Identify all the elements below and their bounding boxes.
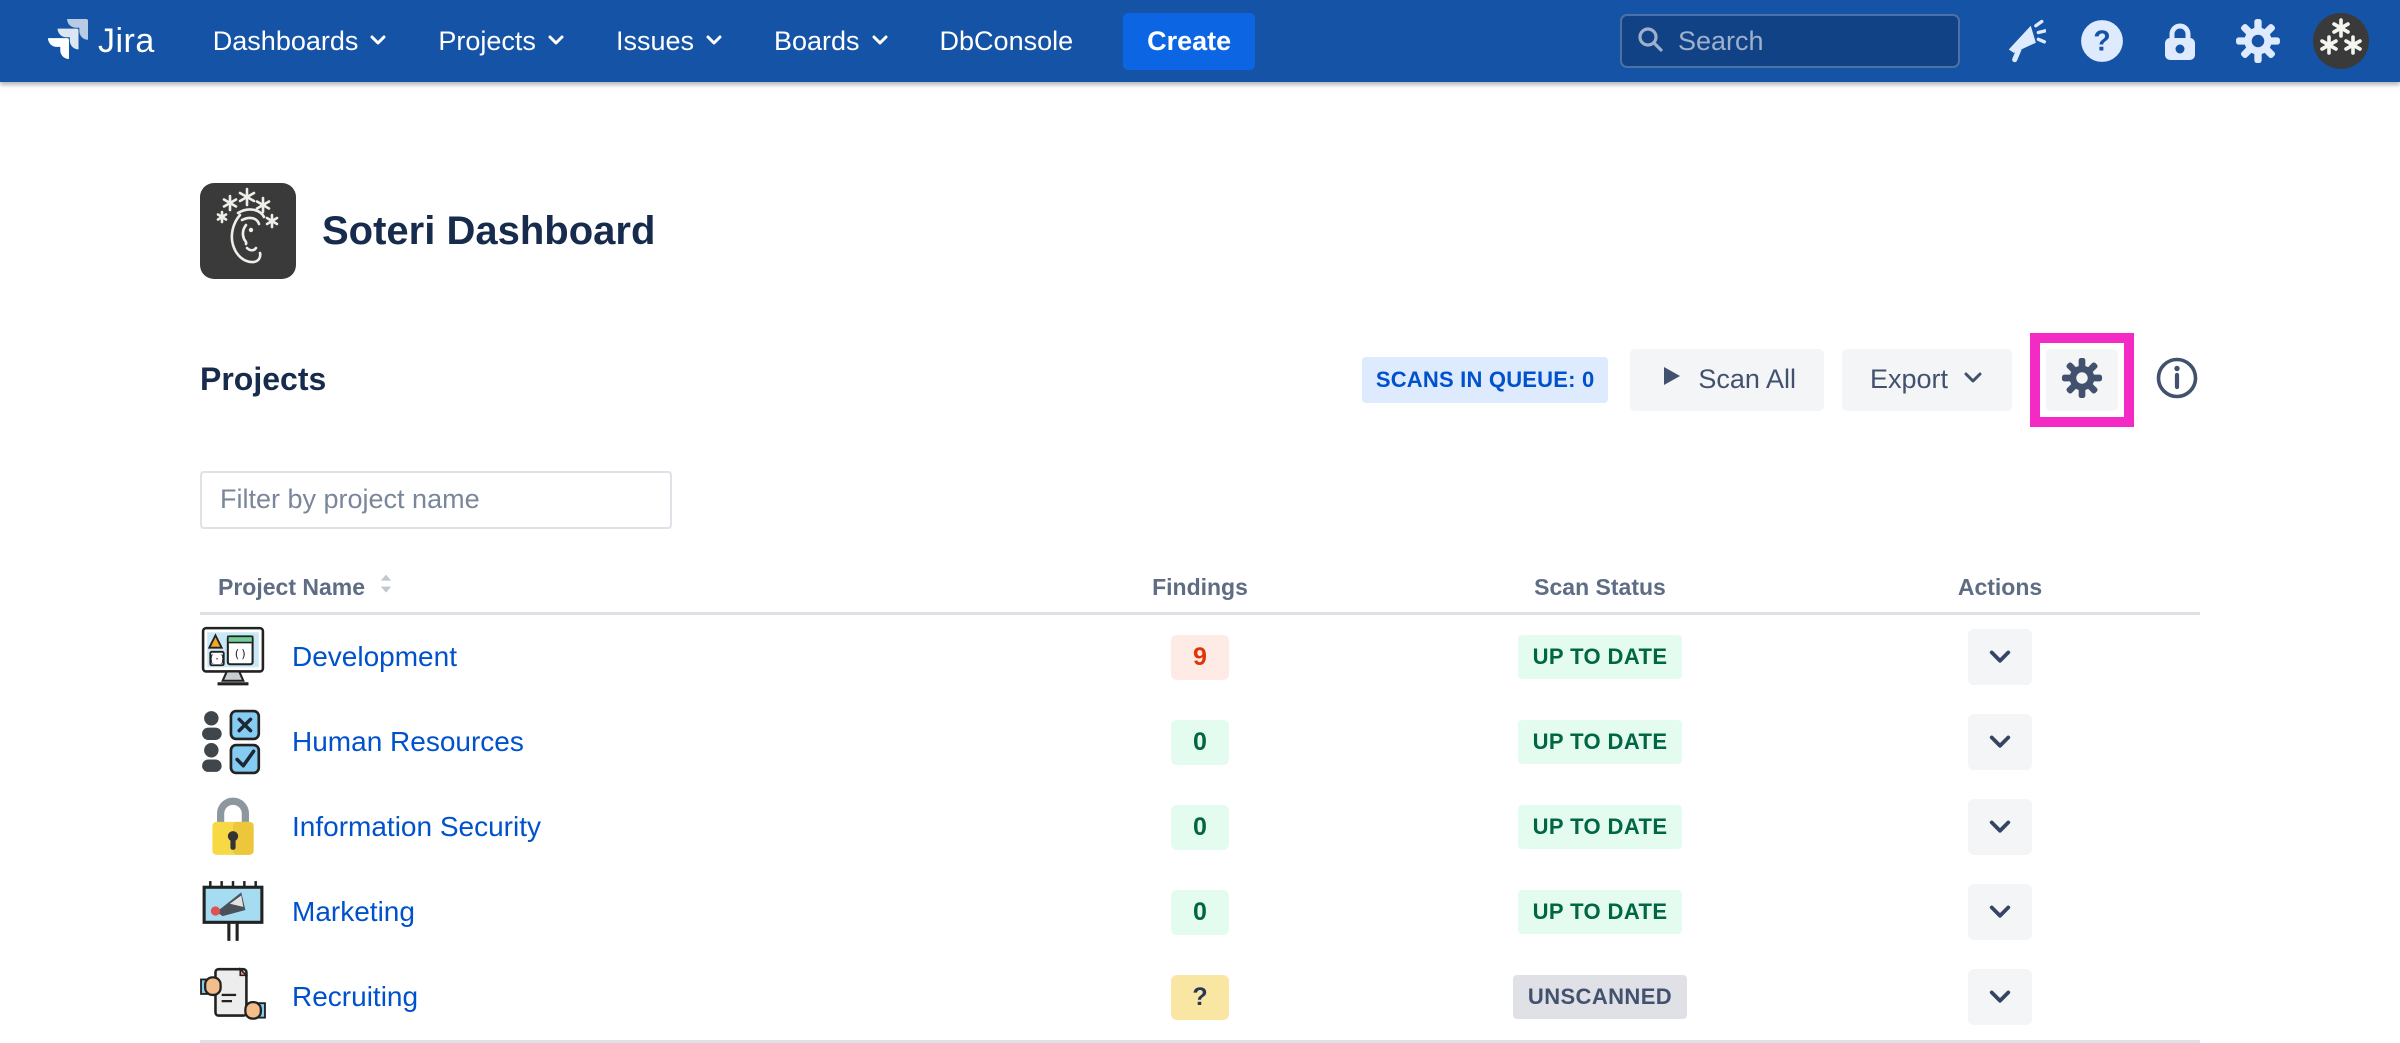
chevron-down-icon — [1987, 728, 2013, 757]
search-icon — [1636, 25, 1664, 58]
scan-status-badge: UP TO DATE — [1517, 890, 1683, 935]
findings-badge: 0 — [1171, 719, 1229, 765]
table-row: {·} () Development 9 UP TO DATE — [200, 615, 2200, 700]
project-link[interactable]: Development — [292, 641, 457, 673]
project-link[interactable]: Recruiting — [292, 981, 418, 1013]
table-body: {·} () Development 9 UP TO DATE Human Re… — [200, 615, 2200, 1043]
chevron-down-icon — [368, 26, 388, 57]
findings-badge: 9 — [1171, 634, 1229, 680]
scan-status-badge: UP TO DATE — [1517, 805, 1683, 850]
settings-gear-button[interactable] — [2046, 348, 2118, 411]
nav-boards[interactable]: Boards — [774, 26, 890, 57]
table-row: Human Resources 0 UP TO DATE — [200, 700, 2200, 785]
export-button[interactable]: Export — [1841, 348, 2012, 411]
findings-badge: 0 — [1171, 889, 1229, 935]
soteri-face-stars-icon — [200, 183, 296, 280]
nav-dashboards-label: Dashboards — [212, 25, 359, 56]
scan-status-badge: UP TO DATE — [1517, 635, 1683, 680]
info-icon — [2155, 356, 2199, 403]
gear-icon — [2061, 357, 2103, 402]
nav-search-box[interactable] — [1620, 14, 1960, 68]
padlock-icon — [200, 794, 266, 860]
main-content: Soteri Dashboard Projects SCANS IN QUEUE… — [0, 182, 2400, 1043]
scan-status-badge: UNSCANNED — [1512, 975, 1688, 1020]
user-avatar[interactable] — [2312, 12, 2370, 70]
sort-icon — [377, 572, 395, 602]
table-row: Recruiting ? UNSCANNED — [200, 955, 2200, 1040]
scans-in-queue-badge: SCANS IN QUEUE: 0 — [1361, 356, 1609, 403]
people-checklist-icon — [200, 709, 266, 775]
gear-icon[interactable] — [2234, 17, 2282, 65]
table-row: Marketing 0 UP TO DATE — [200, 870, 2200, 955]
nav-dbconsole[interactable]: DbConsole — [940, 26, 1074, 57]
dev-monitor-icon: {·} () — [200, 624, 266, 690]
column-actions: Actions — [1957, 573, 2043, 600]
table-header-row: Project Name Findings Scan Status Action… — [200, 563, 2200, 615]
document-hands-icon — [200, 964, 266, 1030]
scan-all-label: Scan All — [1698, 364, 1796, 395]
projects-toolbar: SCANS IN QUEUE: 0 Scan All Export — [1361, 332, 2200, 427]
table-row: Information Security 0 UP TO DATE — [200, 785, 2200, 870]
chevron-down-icon — [870, 26, 890, 57]
chevron-down-icon — [1962, 364, 1984, 395]
row-actions-button[interactable] — [1968, 799, 2032, 856]
project-link[interactable]: Marketing — [292, 896, 415, 928]
billboard-megaphone-icon — [200, 879, 266, 945]
scan-all-button[interactable]: Scan All — [1630, 348, 1824, 411]
nav-projects-label: Projects — [438, 25, 536, 56]
page-title: Soteri Dashboard — [322, 208, 656, 253]
projects-section-title: Projects — [200, 361, 327, 398]
projects-table: Project Name Findings Scan Status Action… — [200, 563, 2200, 1043]
search-input[interactable] — [1676, 24, 1944, 58]
lock-icon[interactable] — [2156, 17, 2204, 65]
chevron-down-icon — [704, 26, 724, 57]
column-project-name[interactable]: Project Name — [200, 572, 1000, 602]
svg-text:?: ? — [2093, 24, 2110, 56]
column-scan-status: Scan Status — [1534, 573, 1666, 600]
project-link[interactable]: Human Resources — [292, 726, 524, 758]
top-nav: Jira Dashboards Projects Issues Boards D… — [0, 0, 2400, 82]
svg-text:(): () — [233, 647, 247, 661]
row-actions-button[interactable] — [1968, 884, 2032, 941]
jira-brand-text: Jira — [98, 21, 155, 60]
scan-status-badge: UP TO DATE — [1517, 720, 1683, 765]
row-actions-button[interactable] — [1968, 714, 2032, 771]
project-filter-input[interactable] — [200, 470, 672, 529]
row-actions-button[interactable] — [1968, 629, 2032, 686]
nav-boards-label: Boards — [773, 25, 860, 56]
jira-logo-icon — [48, 18, 88, 64]
play-icon — [1658, 363, 1684, 396]
nav-dashboards[interactable]: Dashboards — [213, 26, 389, 57]
nav-issues-label: Issues — [615, 25, 694, 56]
findings-badge: ? — [1171, 974, 1229, 1020]
annotation-highlight-box — [2030, 332, 2134, 427]
project-link[interactable]: Information Security — [292, 811, 541, 843]
create-button[interactable]: Create — [1123, 12, 1256, 70]
nav-dbconsole-label: DbConsole — [939, 25, 1074, 56]
chevron-down-icon — [1987, 898, 2013, 927]
export-label: Export — [1869, 364, 1948, 395]
row-actions-button[interactable] — [1968, 969, 2032, 1026]
jira-logo[interactable]: Jira — [48, 18, 155, 64]
chevron-down-icon — [1987, 983, 2013, 1012]
page-header: Soteri Dashboard — [200, 182, 2200, 281]
chevron-down-icon — [1987, 643, 2013, 672]
findings-badge: 0 — [1171, 804, 1229, 850]
filter-wrap — [200, 470, 2200, 529]
nav-issues[interactable]: Issues — [616, 26, 724, 57]
chevron-down-icon — [546, 26, 566, 57]
info-button[interactable] — [2154, 357, 2200, 403]
projects-section-header: Projects SCANS IN QUEUE: 0 Scan All Expo… — [200, 332, 2200, 427]
nav-projects[interactable]: Projects — [438, 26, 566, 57]
announcement-icon[interactable] — [2000, 17, 2048, 65]
chevron-down-icon — [1987, 813, 2013, 842]
svg-text:{·}: {·} — [209, 654, 226, 665]
help-icon[interactable]: ? — [2078, 17, 2126, 65]
column-findings: Findings — [1152, 573, 1248, 600]
